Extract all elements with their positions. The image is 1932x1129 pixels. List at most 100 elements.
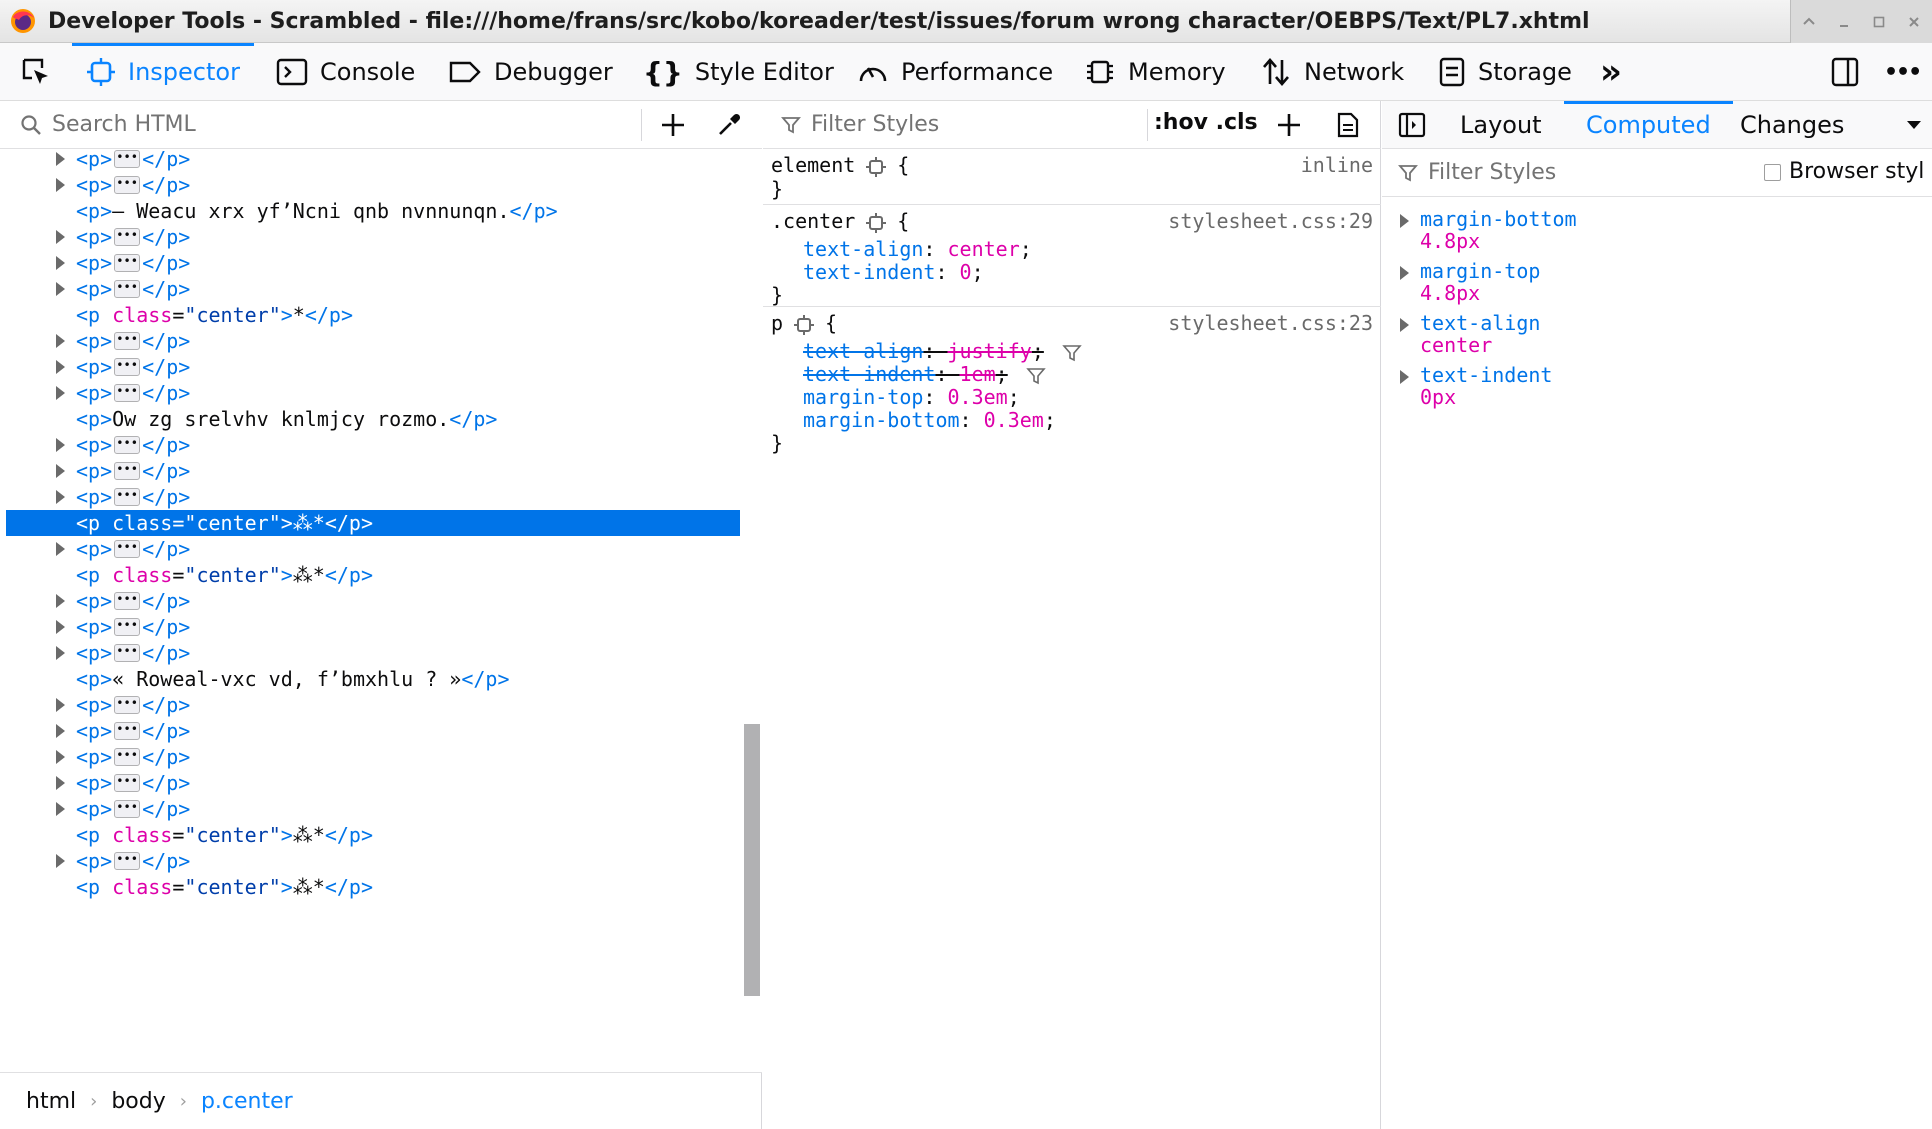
attribute-name[interactable]: class — [112, 563, 172, 587]
window-minimize-button[interactable] — [1826, 0, 1861, 43]
chevron-down-icon[interactable] — [1906, 119, 1922, 131]
expand-triangle-icon[interactable] — [56, 386, 65, 400]
expand-triangle-icon[interactable] — [56, 854, 65, 868]
collapsed-ellipsis-icon[interactable]: ••• — [114, 539, 141, 558]
markup-row[interactable]: <p> ••• </p> — [6, 640, 740, 666]
declaration[interactable]: text-indent: 0; — [803, 258, 984, 286]
collapsed-ellipsis-icon[interactable]: ••• — [114, 357, 141, 376]
collapsed-ellipsis-icon[interactable]: ••• — [114, 487, 141, 506]
markup-row[interactable]: <p> ••• </p> — [6, 536, 740, 562]
expand-triangle-icon[interactable] — [56, 750, 65, 764]
breadcrumb-p-center[interactable]: p.center — [201, 1089, 293, 1114]
markup-row[interactable]: <p> ••• </p> — [6, 484, 740, 510]
attribute-name[interactable]: class — [112, 303, 172, 327]
markup-row[interactable]: <p> ••• </p> — [6, 588, 740, 614]
collapsed-ellipsis-icon[interactable]: ••• — [114, 383, 141, 402]
collapsed-ellipsis-icon[interactable]: ••• — [114, 747, 141, 766]
tab-computed[interactable]: Computed — [1564, 101, 1733, 149]
search-html-input[interactable]: Search HTML — [52, 112, 196, 137]
markup-row[interactable]: <p> ••• </p> — [6, 848, 740, 874]
add-node-icon[interactable] — [660, 112, 686, 138]
markup-row[interactable]: <p class="center">⁂*</p> — [6, 874, 740, 900]
expand-triangle-icon[interactable] — [56, 646, 65, 660]
expand-triangle-icon[interactable] — [56, 334, 65, 348]
expand-triangle-icon[interactable] — [56, 594, 65, 608]
breadcrumb-html[interactable]: html — [26, 1089, 76, 1114]
expand-triangle-icon[interactable] — [56, 490, 65, 504]
more-options-button[interactable]: ••• — [1884, 43, 1922, 101]
markup-row[interactable]: <p>— Weacu xrx yf’Ncni qnb nvnnunqn.</p> — [6, 198, 740, 224]
markup-row[interactable]: <p> ••• </p> — [6, 614, 740, 640]
markup-row[interactable]: <p> ••• </p> — [6, 770, 740, 796]
collapsed-ellipsis-icon[interactable]: ••• — [114, 253, 141, 272]
dock-toggle-button[interactable] — [1830, 43, 1872, 101]
tab-inspector[interactable]: Inspector — [72, 43, 254, 101]
markup-row[interactable]: <p> ••• </p> — [6, 354, 740, 380]
rules-filter-input[interactable]: Filter Styles — [811, 112, 939, 137]
expand-triangle-icon[interactable] — [56, 698, 65, 712]
expand-triangle-icon[interactable] — [1400, 318, 1409, 332]
tabs-overflow-button[interactable]: » — [1600, 43, 1622, 101]
window-up-button[interactable] — [1791, 0, 1826, 43]
markup-row[interactable]: <p>« Roweal-vxc vd, f’bmxhlu ? »</p> — [6, 666, 740, 692]
collapsed-ellipsis-icon[interactable]: ••• — [114, 643, 141, 662]
markup-row[interactable]: <p> ••• </p> — [6, 692, 740, 718]
expand-triangle-icon[interactable] — [1400, 214, 1409, 228]
property-value[interactable]: 0.3em — [984, 408, 1044, 432]
highlight-node-icon[interactable] — [865, 156, 887, 178]
expand-triangle-icon[interactable] — [56, 230, 65, 244]
cls-toggle-button[interactable]: .cls — [1216, 110, 1258, 135]
markup-row[interactable]: <p> ••• </p> — [6, 718, 740, 744]
tab-layout[interactable]: Layout — [1460, 101, 1542, 149]
expand-triangle-icon[interactable] — [56, 178, 65, 192]
collapsed-ellipsis-icon[interactable]: ••• — [114, 773, 141, 792]
tab-performance[interactable]: Performance — [857, 43, 1053, 101]
browser-styles-checkbox[interactable] — [1764, 164, 1781, 181]
collapsed-ellipsis-icon[interactable]: ••• — [114, 279, 141, 298]
attribute-value[interactable]: "center" — [184, 823, 280, 847]
element-picker-button[interactable] — [20, 43, 64, 101]
markup-row[interactable]: <p> ••• </p> — [6, 149, 740, 172]
attribute-value[interactable]: "center" — [184, 303, 280, 327]
markup-row[interactable]: <p class="center">⁂*</p> — [6, 822, 740, 848]
attribute-name[interactable]: class — [112, 875, 172, 899]
expand-triangle-icon[interactable] — [56, 360, 65, 374]
tab-debugger[interactable]: Debugger — [448, 43, 613, 101]
markup-row[interactable]: <p> ••• </p> — [6, 328, 740, 354]
collapsed-ellipsis-icon[interactable]: ••• — [114, 149, 141, 168]
collapsed-ellipsis-icon[interactable]: ••• — [114, 799, 141, 818]
markup-row[interactable]: <p> ••• </p> — [6, 276, 740, 302]
highlight-node-icon[interactable] — [865, 212, 887, 234]
markup-scrollbar-thumb[interactable] — [744, 724, 760, 996]
tab-network[interactable]: Network — [1260, 43, 1404, 101]
tab-memory[interactable]: Memory — [1084, 43, 1226, 101]
markup-row[interactable]: <p> ••• </p> — [6, 224, 740, 250]
attribute-value[interactable]: "center" — [184, 511, 280, 535]
computed-property[interactable]: text-indent 0px — [1382, 361, 1932, 425]
collapsed-ellipsis-icon[interactable]: ••• — [114, 851, 141, 870]
eyedropper-icon[interactable] — [716, 112, 742, 138]
markup-row[interactable]: <p> ••• </p> — [6, 796, 740, 822]
markup-row[interactable]: <p> ••• </p> — [6, 250, 740, 276]
expand-triangle-icon[interactable] — [56, 152, 65, 166]
tab-changes[interactable]: Changes — [1740, 101, 1844, 149]
expand-triangle-icon[interactable] — [56, 724, 65, 738]
expand-triangle-icon[interactable] — [56, 256, 65, 270]
rule-selector[interactable]: element — [771, 153, 855, 177]
expand-triangle-icon[interactable] — [56, 282, 65, 296]
expand-triangle-icon[interactable] — [1400, 370, 1409, 384]
markup-row[interactable]: <p class="center">*</p> — [6, 302, 740, 328]
tab-style-editor[interactable]: {} Style Editor — [643, 43, 834, 101]
hov-toggle-button[interactable]: :hov — [1154, 110, 1208, 135]
collapsed-ellipsis-icon[interactable]: ••• — [114, 617, 141, 636]
expand-triangle-icon[interactable] — [56, 438, 65, 452]
property-name[interactable]: margin-bottom — [803, 408, 960, 432]
markup-row[interactable]: <p> ••• </p> — [6, 380, 740, 406]
expand-triangle-icon[interactable] — [56, 776, 65, 790]
expand-triangle-icon[interactable] — [56, 802, 65, 816]
rule-source-link[interactable]: inline — [1301, 151, 1373, 179]
markup-row[interactable]: <p> ••• </p> — [6, 172, 740, 198]
property-name[interactable]: text-indent — [803, 260, 935, 284]
rule-selector[interactable]: p — [771, 311, 783, 335]
rule-selector[interactable]: .center — [771, 209, 855, 233]
